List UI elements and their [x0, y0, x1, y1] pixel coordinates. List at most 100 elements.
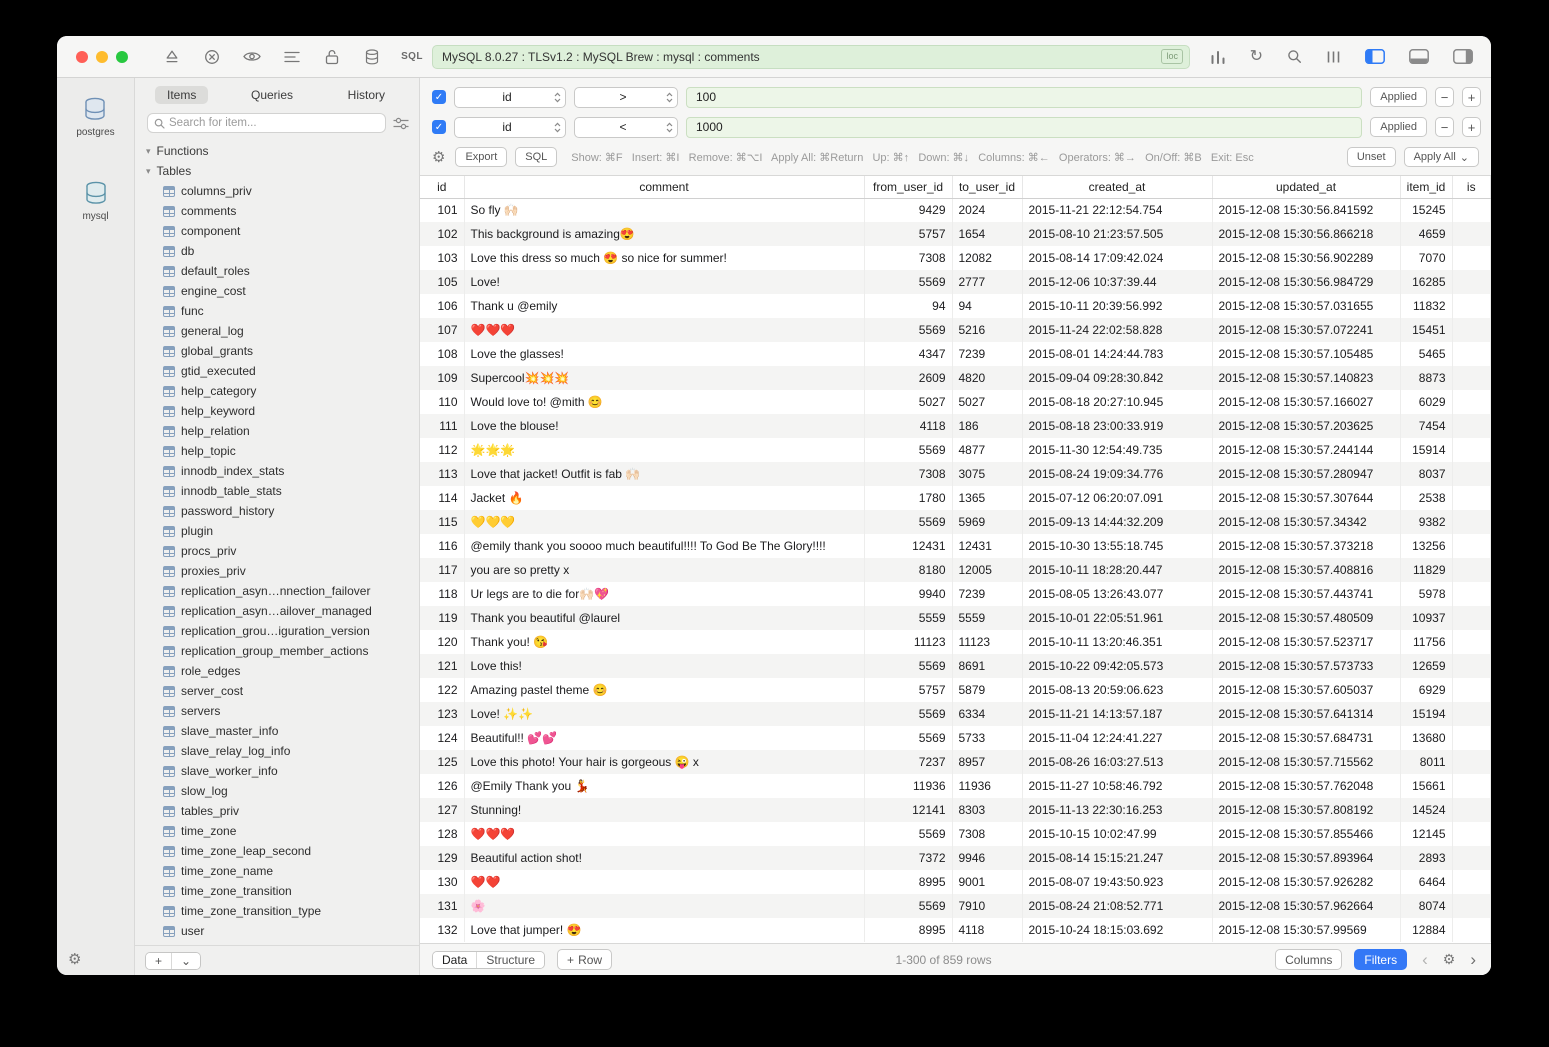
add-row-button[interactable]: + Row	[557, 949, 612, 970]
cell[interactable]: 2538	[1400, 486, 1452, 510]
cell[interactable]: 129	[420, 846, 464, 870]
table-row[interactable]: 128❤️❤️❤️556973082015-10-15 10:02:47.992…	[420, 822, 1491, 846]
cell[interactable]: 2015-12-08 15:30:57.893964	[1212, 846, 1400, 870]
cell[interactable]: 2015-12-08 15:30:57.99569	[1212, 918, 1400, 942]
sidebar-table-item[interactable]: time_zone_transition	[135, 881, 419, 901]
filter-enabled-checkbox[interactable]: ✓	[432, 120, 446, 134]
cell[interactable]: 117	[420, 558, 464, 582]
filter-enabled-checkbox[interactable]: ✓	[432, 90, 446, 104]
tab-data[interactable]: Data	[433, 952, 476, 968]
cell[interactable]: 123	[420, 702, 464, 726]
cell[interactable]: 2015-12-08 15:30:57.523717	[1212, 630, 1400, 654]
cell[interactable]: 2015-12-08 15:30:57.203625	[1212, 414, 1400, 438]
cell[interactable]	[1452, 534, 1491, 558]
cell[interactable]: 113	[420, 462, 464, 486]
cell[interactable]: 8074	[1400, 894, 1452, 918]
connections-settings-gear-icon[interactable]: ⚙	[68, 950, 81, 968]
cell[interactable]: 5978	[1400, 582, 1452, 606]
cell[interactable]	[1452, 558, 1491, 582]
filter-operator-select[interactable]: >	[574, 87, 678, 108]
tab-structure[interactable]: Structure	[476, 952, 544, 968]
sidebar-table-item[interactable]: help_keyword	[135, 401, 419, 421]
cell[interactable]: 5569	[864, 702, 952, 726]
cell[interactable]	[1452, 822, 1491, 846]
table-row[interactable]: 116@emily thank you soooo much beautiful…	[420, 534, 1491, 558]
cell[interactable]: Love! ✨✨	[464, 702, 864, 726]
cell[interactable]: 2024	[952, 198, 1022, 222]
table-row[interactable]: 101So fly 🙌🏻942920242015-11-21 22:12:54.…	[420, 198, 1491, 222]
cell[interactable]: 2015-12-08 15:30:57.808192	[1212, 798, 1400, 822]
cell[interactable]: 122	[420, 678, 464, 702]
cell[interactable]: 5216	[952, 318, 1022, 342]
cell[interactable]: 2015-12-08 15:30:57.373218	[1212, 534, 1400, 558]
cell[interactable]: Love this!	[464, 654, 864, 678]
sidebar-table-item[interactable]: procs_priv	[135, 541, 419, 561]
table-row[interactable]: 111Love the blouse!41181862015-08-18 23:…	[420, 414, 1491, 438]
cell[interactable]	[1452, 726, 1491, 750]
cell[interactable]: 2015-08-24 19:09:34.776	[1022, 462, 1212, 486]
cell[interactable]: 8995	[864, 918, 952, 942]
connection-item-postgres[interactable]: postgres	[76, 96, 114, 138]
cell[interactable]: Supercool💥💥💥	[464, 366, 864, 390]
cell[interactable]	[1452, 630, 1491, 654]
cell[interactable]: 2015-12-08 15:30:57.140823	[1212, 366, 1400, 390]
cell[interactable]: 2015-12-08 15:30:57.926282	[1212, 870, 1400, 894]
filter-value-input[interactable]	[686, 117, 1362, 138]
sql-button[interactable]: SQL	[515, 147, 557, 167]
cell[interactable]: 8995	[864, 870, 952, 894]
cell[interactable]	[1452, 270, 1491, 294]
sidebar-table-item[interactable]: component	[135, 221, 419, 241]
cell[interactable]: 11832	[1400, 294, 1452, 318]
cell[interactable]: 9382	[1400, 510, 1452, 534]
cell[interactable]: 120	[420, 630, 464, 654]
cell[interactable]	[1452, 246, 1491, 270]
cell[interactable]: 💛💛💛	[464, 510, 864, 534]
add-item-dropdown-button[interactable]: ⌄	[171, 953, 200, 969]
cell[interactable]: 8303	[952, 798, 1022, 822]
cell[interactable]: 2015-08-14 15:15:21.247	[1022, 846, 1212, 870]
sidebar-table-item[interactable]: innodb_index_stats	[135, 461, 419, 481]
cell[interactable]: 124	[420, 726, 464, 750]
cell[interactable]: 5027	[952, 390, 1022, 414]
cell[interactable]: 128	[420, 822, 464, 846]
sidebar-table-item[interactable]: columns_priv	[135, 181, 419, 201]
sidebar-table-item[interactable]: time_zone_name	[135, 861, 419, 881]
search-input[interactable]	[169, 117, 379, 129]
cell[interactable]: 5569	[864, 654, 952, 678]
table-row[interactable]: 120Thank you! 😘11123111232015-10-11 13:2…	[420, 630, 1491, 654]
column-header-to_user_id[interactable]: to_user_id	[952, 176, 1022, 198]
table-row[interactable]: 127Stunning!1214183032015-11-13 22:30:16…	[420, 798, 1491, 822]
table-row[interactable]: 124Beautiful!! 💕💕556957332015-11-04 12:2…	[420, 726, 1491, 750]
filter-column-select[interactable]: id	[454, 117, 566, 138]
filter-settings-gear-icon[interactable]: ⚙	[432, 148, 445, 166]
eye-icon[interactable]	[232, 43, 272, 71]
sidebar-table-item[interactable]: replication_asyn…nnection_failover	[135, 581, 419, 601]
table-row[interactable]: 113Love that jacket! Outfit is fab 🙌🏻730…	[420, 462, 1491, 486]
cell[interactable]	[1452, 414, 1491, 438]
cell[interactable]: 7910	[952, 894, 1022, 918]
cell[interactable]: 4820	[952, 366, 1022, 390]
table-row[interactable]: 103Love this dress so much 😍 so nice for…	[420, 246, 1491, 270]
cell[interactable]: 5757	[864, 678, 952, 702]
cell[interactable]: 2015-08-05 13:26:43.077	[1022, 582, 1212, 606]
cell[interactable]: 11936	[952, 774, 1022, 798]
sidebar-table-item[interactable]: proxies_priv	[135, 561, 419, 581]
filter-sliders-icon[interactable]	[393, 117, 409, 130]
cell[interactable]: Love this dress so much 😍 so nice for su…	[464, 246, 864, 270]
cell[interactable]	[1452, 318, 1491, 342]
cell[interactable]: 5569	[864, 726, 952, 750]
cell[interactable]: 5465	[1400, 342, 1452, 366]
cell[interactable]: 11123	[952, 630, 1022, 654]
table-row[interactable]: 107❤️❤️❤️556952162015-11-24 22:02:58.828…	[420, 318, 1491, 342]
sidebar-table-item[interactable]: role_edges	[135, 661, 419, 681]
sidebar-table-item[interactable]: tables_priv	[135, 801, 419, 821]
cell[interactable]: 2015-11-21 14:13:57.187	[1022, 702, 1212, 726]
cell[interactable]: 112	[420, 438, 464, 462]
cell[interactable]: 🌟🌟🌟	[464, 438, 864, 462]
cell[interactable]: 7454	[1400, 414, 1452, 438]
cell[interactable]: 2015-10-01 22:05:51.961	[1022, 606, 1212, 630]
cell[interactable]: 11829	[1400, 558, 1452, 582]
cell[interactable]: 111	[420, 414, 464, 438]
column-header-is[interactable]: is	[1452, 176, 1491, 198]
cell[interactable]: 15661	[1400, 774, 1452, 798]
